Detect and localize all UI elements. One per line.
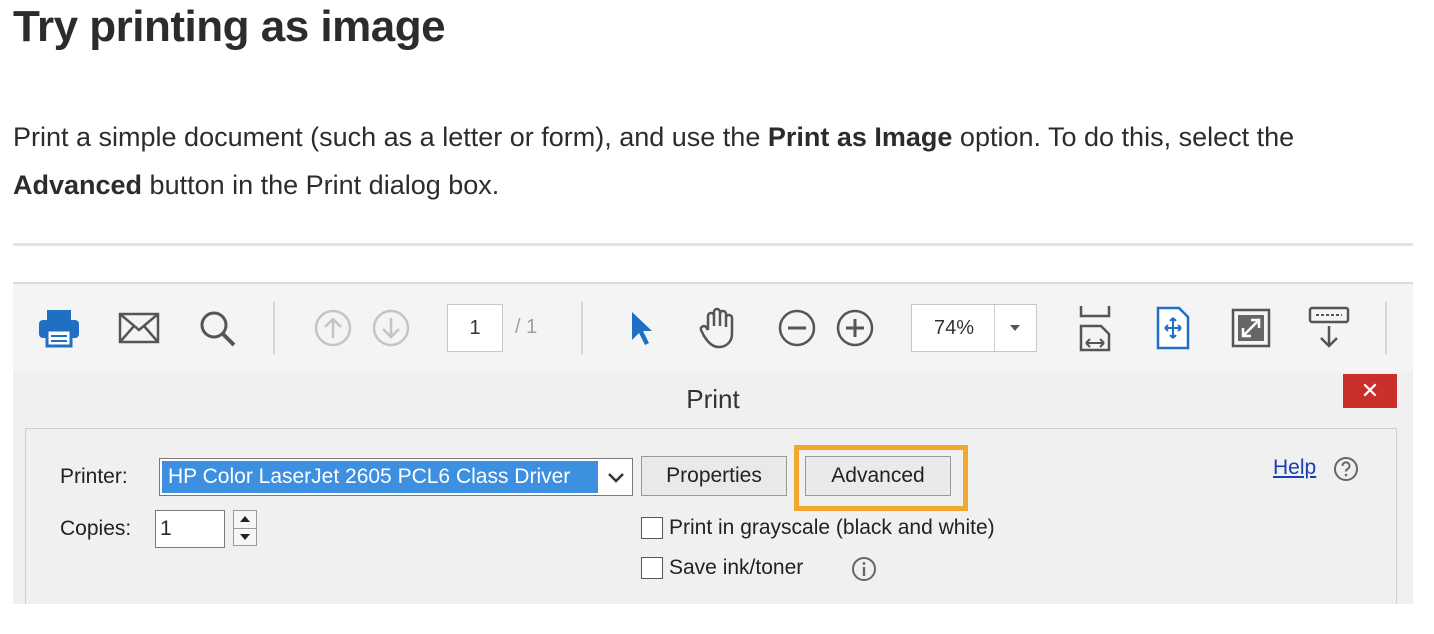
para-bold-print-as-image: Print as Image	[767, 122, 953, 152]
properties-button[interactable]: Properties	[641, 456, 787, 496]
read-mode-icon[interactable]	[1305, 304, 1353, 352]
zoom-in-icon[interactable]	[831, 304, 879, 352]
save-ink-label: Save ink/toner	[669, 556, 804, 579]
printer-select[interactable]: HP Color LaserJet 2605 PCL6 Class Driver	[159, 458, 633, 496]
acrobat-toolbar: 1 / 1 74%	[13, 282, 1413, 374]
zoom-out-icon[interactable]	[773, 304, 821, 352]
fullscreen-icon[interactable]	[1227, 304, 1275, 352]
grayscale-checkbox[interactable]	[641, 517, 663, 539]
advanced-highlight-box	[794, 445, 968, 511]
save-ink-checkbox[interactable]	[641, 557, 663, 579]
zoom-select[interactable]: 74%	[911, 304, 1037, 352]
page-up-icon[interactable]	[309, 304, 357, 352]
para-text: Print a simple document (such as a lette…	[13, 122, 768, 152]
article-paragraph: Print a simple document (such as a lette…	[13, 113, 1413, 209]
grayscale-label: Print in grayscale (black and white)	[669, 516, 995, 539]
mail-icon[interactable]	[115, 304, 163, 352]
chevron-down-icon	[604, 467, 628, 489]
fit-width-icon[interactable]	[1071, 304, 1119, 352]
search-icon[interactable]	[193, 304, 241, 352]
select-arrow-icon[interactable]	[617, 304, 665, 352]
screenshot-figure: 1 / 1 74% Print ✕ Printer: HP Color Lase…	[13, 282, 1413, 604]
para-bold-advanced: Advanced	[13, 170, 143, 200]
hand-icon[interactable]	[695, 304, 743, 352]
copies-stepper[interactable]	[233, 510, 257, 546]
toolbar-separator	[581, 302, 583, 354]
close-button[interactable]: ✕	[1343, 374, 1397, 408]
info-icon[interactable]	[851, 556, 877, 582]
stepper-divider	[234, 528, 256, 529]
toolbar-separator	[273, 302, 275, 354]
chevron-down-icon	[1010, 325, 1020, 331]
divider	[13, 243, 1413, 246]
toolbar-separator	[1385, 302, 1387, 354]
stepper-up-icon[interactable]	[240, 516, 250, 522]
page-number-input[interactable]: 1	[447, 304, 503, 352]
para-text: button in the Print dialog box.	[142, 170, 500, 200]
close-icon: ✕	[1360, 378, 1380, 403]
page-down-icon[interactable]	[367, 304, 415, 352]
copies-input[interactable]: 1	[155, 510, 225, 548]
page-total: / 1	[515, 316, 538, 338]
fit-page-icon[interactable]	[1149, 304, 1197, 352]
page-heading: Try printing as image	[13, 2, 446, 51]
para-text: option. To do this, select the	[952, 122, 1295, 152]
zoom-value: 74%	[934, 317, 975, 339]
dialog-title: Print	[686, 384, 740, 414]
zoom-divider	[994, 305, 995, 351]
printer-label: Printer:	[60, 465, 128, 488]
printer-select-value: HP Color LaserJet 2605 PCL6 Class Driver	[162, 461, 598, 493]
copies-label: Copies:	[60, 517, 132, 540]
printer-icon[interactable]	[35, 304, 83, 352]
help-icon[interactable]	[1333, 456, 1359, 482]
help-link[interactable]: Help	[1273, 456, 1316, 480]
stepper-down-icon[interactable]	[240, 534, 250, 540]
